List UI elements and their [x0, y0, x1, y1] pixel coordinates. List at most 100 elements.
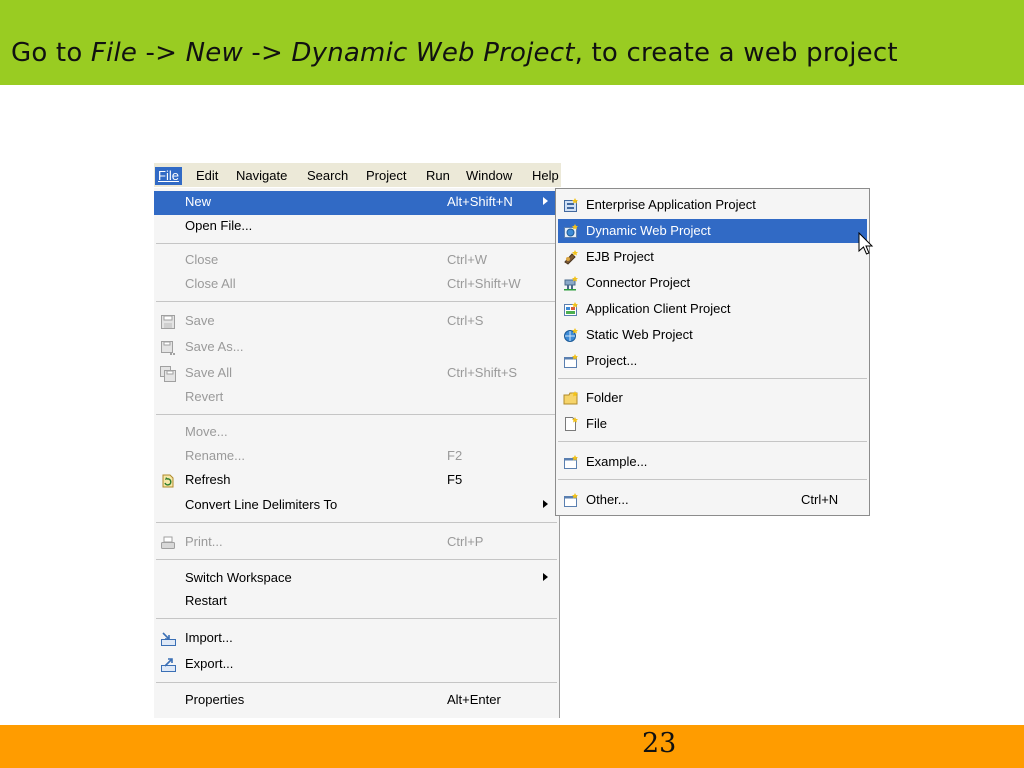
submenu-arrow-icon: [543, 573, 548, 581]
menu-item-label: Open File...: [185, 218, 253, 233]
menu-bar: File Edit Navigate Search Project Run Wi…: [154, 163, 561, 187]
save-all-icon: [160, 366, 176, 382]
folder-icon: [563, 390, 579, 406]
submenu-item-static-web-project[interactable]: Static Web Project: [558, 323, 867, 347]
menu-separator: [156, 243, 557, 244]
menu-window[interactable]: Window: [463, 167, 515, 185]
save-icon: [160, 314, 176, 330]
submenu-item-example[interactable]: Example...: [558, 450, 867, 474]
example-icon: [563, 454, 579, 470]
menu-edit[interactable]: Edit: [193, 167, 221, 185]
menu-separator: [156, 522, 557, 523]
submenu-item-connector-project[interactable]: Connector Project: [558, 271, 867, 295]
menu-separator: [558, 378, 867, 379]
menu-item-shortcut: Ctrl+Shift+S: [447, 365, 518, 380]
menu-item-label: Application Client Project: [586, 301, 731, 316]
menu-separator: [558, 479, 867, 480]
submenu-item-dynamic-web-project[interactable]: Dynamic Web Project: [558, 219, 867, 243]
menu-file[interactable]: File: [155, 167, 182, 185]
menu-item-label: New: [185, 194, 212, 209]
menu-help[interactable]: Help: [529, 167, 562, 185]
menu-item-label: Project...: [586, 353, 638, 368]
save-as-icon: [160, 340, 176, 356]
menu-item-shortcut: Alt+Enter: [447, 692, 501, 707]
menu-item-label: Enterprise Application Project: [586, 197, 756, 212]
menu-item-import[interactable]: Import...: [154, 627, 559, 651]
static-web-project-icon: [563, 327, 579, 343]
menu-item-label: Revert: [185, 389, 224, 404]
menu-item-print: Print... Ctrl+P: [154, 531, 559, 555]
menu-item-label: Dynamic Web Project: [586, 223, 711, 238]
menu-item-properties[interactable]: Properties Alt+Enter: [154, 689, 559, 713]
file-menu: New Alt+Shift+N Open File... Close Ctrl+…: [154, 188, 560, 718]
menu-item-label: Example...: [586, 454, 648, 469]
title-bar: Go to File -> New -> Dynamic Web Project…: [0, 0, 1024, 85]
menu-item-label: Properties: [185, 692, 245, 707]
menu-item-rename: Rename... F2: [154, 445, 559, 469]
menu-item-open-file[interactable]: Open File...: [154, 215, 559, 239]
export-icon: [160, 657, 176, 673]
submenu-item-enterprise-application-project[interactable]: Enterprise Application Project: [558, 193, 867, 217]
menu-item-shortcut: Ctrl+P: [447, 534, 484, 549]
menu-project[interactable]: Project: [363, 167, 409, 185]
submenu-item-other[interactable]: Other... Ctrl+N: [558, 488, 867, 512]
menu-separator: [156, 618, 557, 619]
menu-item-label: Export...: [185, 656, 234, 671]
submenu-item-file[interactable]: File: [558, 412, 867, 436]
menu-item-label: Connector Project: [586, 275, 691, 290]
app-client-project-icon: [563, 301, 579, 317]
menu-item-label: Save All: [185, 365, 232, 380]
import-icon: [160, 631, 176, 647]
menu-item-label: Close All: [185, 276, 236, 291]
ejb-project-icon: [563, 249, 579, 265]
menu-item-label: Move...: [185, 424, 228, 439]
menu-item-label: Save As...: [185, 339, 244, 354]
menu-item-label: Switch Workspace: [185, 570, 292, 585]
menu-item-move: Move...: [154, 421, 559, 445]
submenu-item-project[interactable]: Project...: [558, 349, 867, 373]
menu-item-switch-workspace[interactable]: Switch Workspace: [154, 567, 559, 591]
menu-item-shortcut: F2: [447, 448, 463, 463]
menu-item-restart[interactable]: Restart: [154, 590, 559, 614]
submenu-item-application-client-project[interactable]: Application Client Project: [558, 297, 867, 321]
menu-item-save-all: Save All Ctrl+Shift+S: [154, 362, 559, 386]
menu-item-shortcut: Ctrl+W: [447, 252, 488, 267]
new-submenu: Enterprise Application Project Dynamic W…: [555, 188, 870, 516]
menu-item-convert-line-delimiters[interactable]: Convert Line Delimiters To: [154, 494, 559, 518]
menu-item-refresh[interactable]: Refresh F5: [154, 469, 559, 493]
dynamic-web-project-icon: [563, 223, 579, 239]
menu-item-label: Restart: [185, 593, 227, 608]
refresh-icon: [160, 473, 176, 489]
menu-item-new[interactable]: New Alt+Shift+N: [154, 191, 559, 215]
menu-navigate[interactable]: Navigate: [233, 167, 290, 185]
menu-item-save-as: Save As...: [154, 336, 559, 360]
enterprise-project-icon: [563, 197, 579, 213]
menu-item-label: Other...: [586, 492, 629, 507]
submenu-arrow-icon: [543, 500, 548, 508]
menu-item-export[interactable]: Export...: [154, 653, 559, 677]
file-icon: [563, 416, 579, 432]
menu-item-label: Print...: [185, 534, 223, 549]
menu-item-label: Close: [185, 252, 219, 267]
menu-item-shortcut: Ctrl+N: [801, 492, 839, 507]
menu-item-save: Save Ctrl+S: [154, 310, 559, 334]
menu-item-label: Static Web Project: [586, 327, 693, 342]
menu-item-shortcut: Alt+Shift+N: [447, 194, 513, 209]
menu-search[interactable]: Search: [304, 167, 351, 185]
menu-separator: [156, 301, 557, 302]
mouse-cursor-icon: [858, 232, 874, 255]
menu-item-shortcut: Ctrl+Shift+W: [447, 276, 521, 291]
menu-item-label: Folder: [586, 390, 623, 405]
menu-item-label: Import...: [185, 630, 233, 645]
submenu-item-ejb-project[interactable]: EJB Project: [558, 245, 867, 269]
menu-run[interactable]: Run: [423, 167, 453, 185]
submenu-item-folder[interactable]: Folder: [558, 386, 867, 410]
menu-item-shortcut: Ctrl+S: [447, 313, 484, 328]
menu-item-close-all: Close All Ctrl+Shift+W: [154, 273, 559, 297]
print-icon: [160, 535, 176, 551]
slide-title: Go to File -> New -> Dynamic Web Project…: [11, 38, 898, 68]
menu-item-label: File: [586, 416, 607, 431]
menu-item-label: Save: [185, 313, 215, 328]
menu-separator: [156, 682, 557, 683]
menu-separator: [156, 414, 557, 415]
